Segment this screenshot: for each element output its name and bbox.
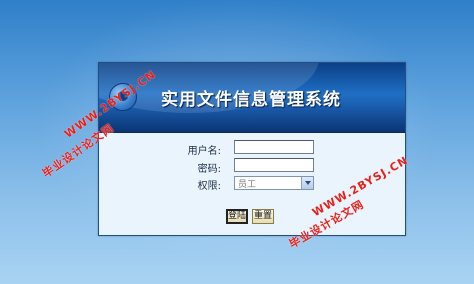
- role-select[interactable]: 员工: [234, 176, 314, 190]
- username-row: 用户名:: [99, 140, 405, 157]
- password-field[interactable]: [234, 158, 314, 172]
- password-label: 密码:: [197, 164, 221, 175]
- username-label: 用户名:: [187, 146, 221, 157]
- password-row: 密码:: [99, 158, 405, 175]
- role-selected-value: 员工: [238, 180, 257, 190]
- login-button[interactable]: 登陆: [226, 209, 248, 224]
- role-label: 权限:: [197, 181, 221, 192]
- reset-button[interactable]: 重置: [252, 209, 274, 224]
- username-field[interactable]: [234, 140, 314, 154]
- chevron-down-icon[interactable]: [301, 177, 313, 189]
- app-title: 实用文件信息管理系统: [161, 90, 341, 110]
